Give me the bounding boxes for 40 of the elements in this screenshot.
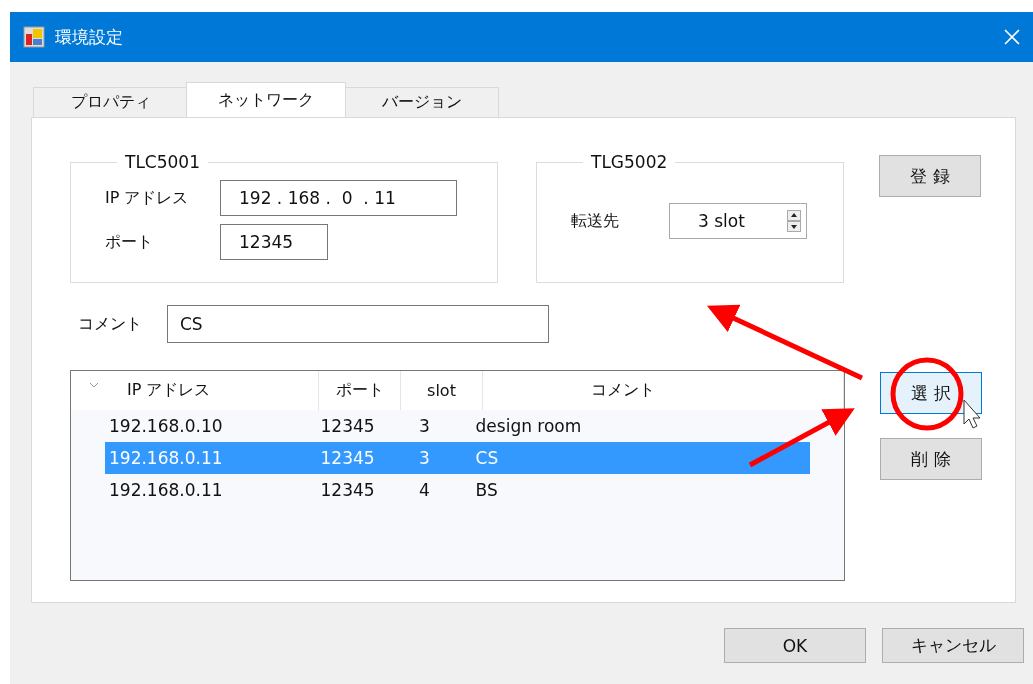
- field-label: 転送先: [571, 210, 620, 232]
- field-label: IP アドレス: [105, 187, 190, 209]
- spinner-field[interactable]: 3 slot: [669, 203, 807, 239]
- column-header[interactable]: IP アドレス: [105, 371, 319, 410]
- column-header[interactable]: コメント: [483, 371, 844, 410]
- list-cell-text: 192.168.0.11: [108, 448, 224, 468]
- input-field[interactable]: 12345: [220, 224, 328, 260]
- app-icon: [23, 26, 45, 48]
- list-cell-text: 192.168.0.11: [108, 480, 224, 500]
- column-header[interactable]: ポート: [319, 371, 401, 410]
- tab[interactable]: ネットワーク: [186, 82, 346, 117]
- list-cell-text: BS: [474, 480, 499, 500]
- group-title: TLG5002: [590, 152, 669, 172]
- comment-label: コメント: [78, 313, 143, 335]
- list-cell-text: 3: [418, 448, 431, 468]
- list-cell-text: CS: [474, 448, 500, 468]
- list-cell-text: 12345: [319, 448, 376, 468]
- group-title: TLC5001: [124, 152, 201, 172]
- dialog-button[interactable]: OK: [724, 628, 866, 663]
- comment-field[interactable]: CS: [167, 305, 549, 343]
- window-title: 環境設定: [55, 25, 124, 49]
- register-button[interactable]: 登 録: [879, 155, 981, 197]
- input-field[interactable]: 192 . 168 . 0 . 11: [220, 180, 457, 216]
- column-header[interactable]: slot: [401, 371, 483, 410]
- list-cell-text: 4: [418, 480, 431, 500]
- list-row[interactable]: 192.168.0.11 12345 4 BS: [105, 474, 810, 506]
- action-button[interactable]: 削 除: [880, 438, 982, 480]
- cursor-icon: [963, 399, 981, 429]
- close-icon[interactable]: [1003, 28, 1021, 46]
- list-cell-text: 3: [418, 416, 431, 436]
- list-row[interactable]: 192.168.0.10 12345 3 design room: [105, 410, 810, 442]
- dialog-button[interactable]: キャンセル: [882, 628, 1024, 663]
- list-cell-text: 192.168.0.10: [108, 416, 224, 436]
- list-cell-text: design room: [474, 416, 583, 436]
- list-cell-text: 12345: [319, 480, 376, 500]
- list-cell-text: 12345: [319, 416, 376, 436]
- tab[interactable]: プロパティ: [33, 87, 188, 117]
- tab[interactable]: バージョン: [344, 87, 499, 117]
- field-label: ポート: [105, 231, 154, 253]
- chevron-icon[interactable]: [89, 382, 99, 388]
